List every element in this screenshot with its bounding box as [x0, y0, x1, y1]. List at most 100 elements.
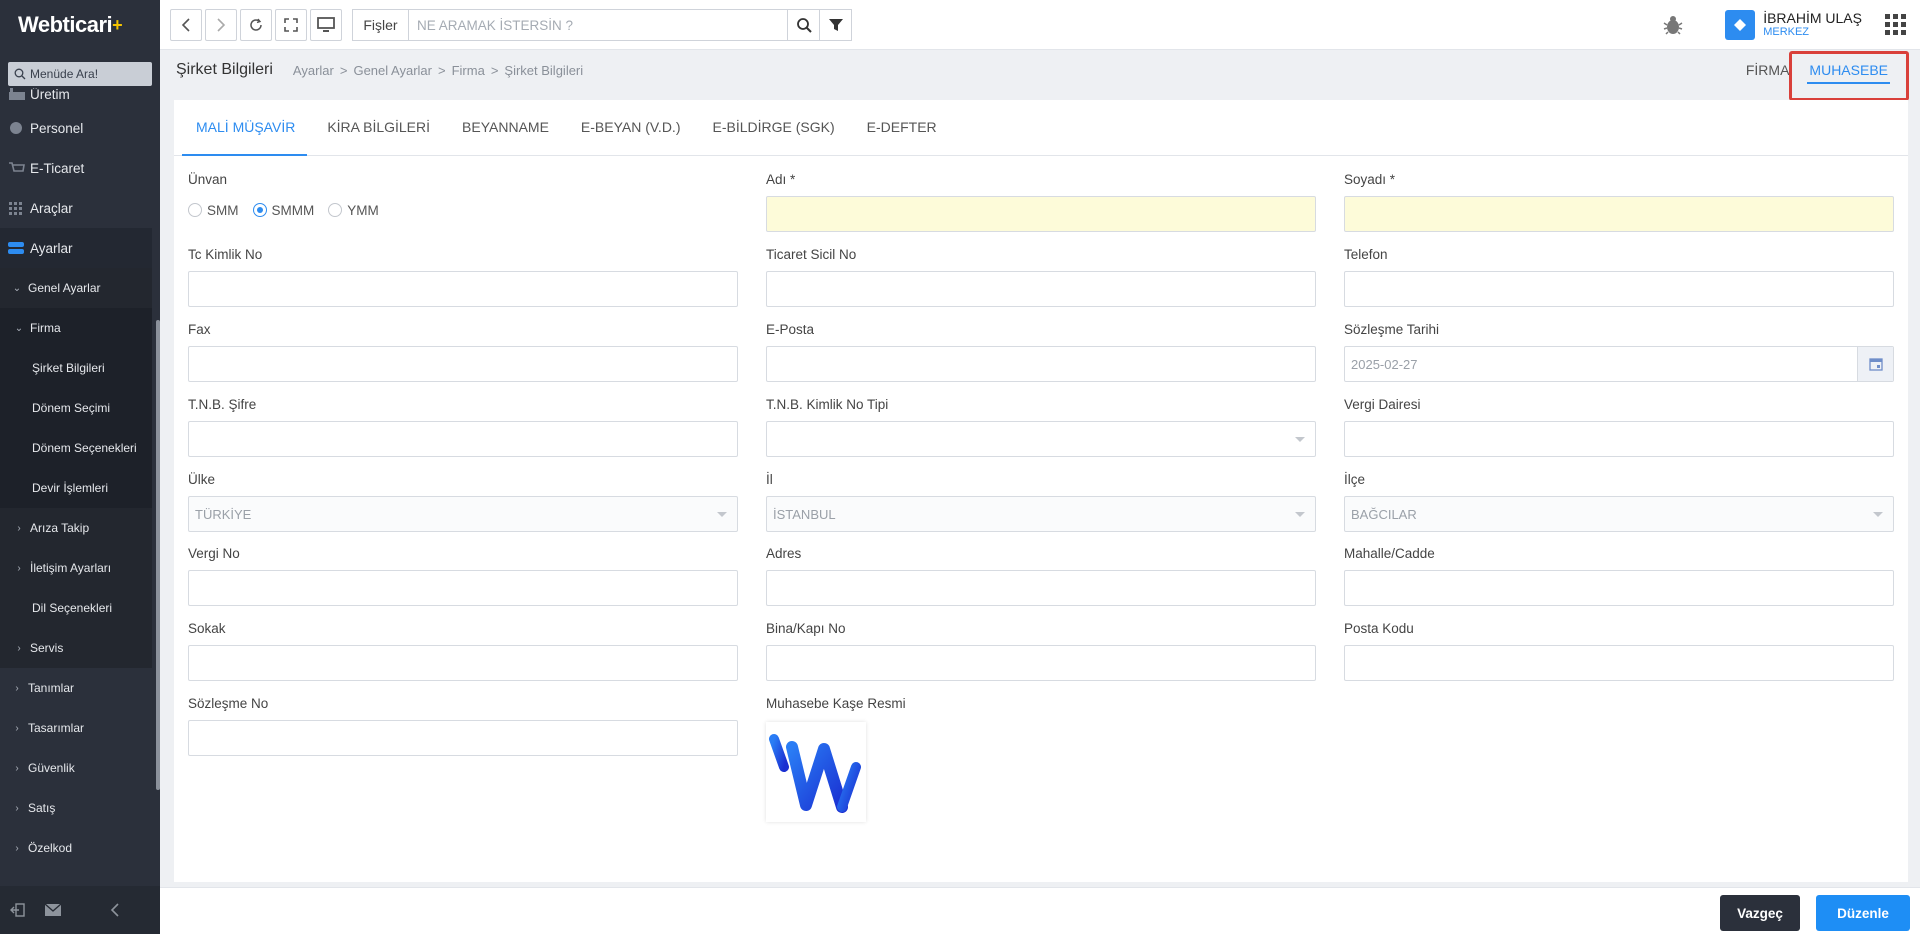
- sidebar-item-sirket-bilgileri[interactable]: Şirket Bilgileri: [0, 348, 152, 388]
- eposta-input[interactable]: [766, 346, 1316, 382]
- tab-mali-musavir[interactable]: MALİ MÜŞAVİR: [182, 99, 308, 156]
- sidebar-scrollbar[interactable]: [156, 320, 160, 790]
- sidebar-item-donem-secimi[interactable]: Dönem Seçimi: [0, 388, 152, 428]
- sozlesme-no-input[interactable]: [188, 720, 738, 756]
- apps-grid-icon[interactable]: [1885, 14, 1906, 35]
- user-menu[interactable]: İBRAHİM ULAŞ MERKEZ: [1725, 10, 1862, 40]
- tab-kira-bilgileri[interactable]: KİRA BİLGİLERİ: [313, 99, 442, 155]
- ilce-value: BAĞCILAR: [1351, 506, 1417, 522]
- sidebar-item-ariza-takip[interactable]: › Arıza Takip: [0, 508, 152, 548]
- radio-label: SMMM: [271, 202, 315, 218]
- adres-field: Adres: [766, 546, 1316, 606]
- adres-input[interactable]: [766, 570, 1316, 606]
- sidebar-item-label: Devir İşlemleri: [32, 481, 109, 495]
- posta-kodu-input[interactable]: [1344, 645, 1894, 681]
- radio-smm[interactable]: SMM: [188, 203, 239, 218]
- tab-e-defter[interactable]: E-DEFTER: [853, 99, 949, 155]
- sidebar-submenu: ⌄ Genel Ayarlar ⌄ Firma Şirket Bilgileri…: [0, 268, 152, 508]
- refresh-button[interactable]: [240, 9, 272, 41]
- fullscreen-button[interactable]: [275, 9, 307, 41]
- search-category-select[interactable]: Fişler: [353, 10, 409, 40]
- tnb-kimlik-select[interactable]: [766, 421, 1316, 457]
- sidebar-item-araclar[interactable]: Araçlar: [0, 188, 152, 228]
- sidebar-item-guvenlik[interactable]: › Güvenlik: [0, 748, 152, 788]
- unvan-field: Ünvan SMM SMMM YMM: [188, 172, 738, 224]
- sidebar-item-devir-islemleri[interactable]: Devir İşlemleri: [0, 468, 152, 508]
- unvan-label: Ünvan: [188, 172, 228, 187]
- chevron-down-icon: [1873, 512, 1883, 517]
- sokak-input[interactable]: [188, 645, 738, 681]
- radio-ymm[interactable]: YMM: [328, 203, 379, 218]
- sidebar-item-firma[interactable]: ⌄ Firma: [0, 308, 152, 348]
- logo-text: Webticari: [18, 12, 113, 37]
- sidebar-item-dil-secenekleri[interactable]: Dil Seçenekleri: [0, 588, 152, 628]
- breadcrumb-item[interactable]: Firma: [452, 63, 485, 78]
- tnb-sifre-input[interactable]: [188, 421, 738, 457]
- chevron-right-icon: ›: [17, 522, 21, 534]
- filter-button[interactable]: [819, 10, 851, 40]
- sicil-input[interactable]: [766, 271, 1316, 307]
- back-button[interactable]: [170, 9, 202, 41]
- sidebar-item-label: Güvenlik: [28, 761, 75, 775]
- ilce-label: İlçe: [1344, 472, 1366, 487]
- app-logo[interactable]: Webticari +: [0, 0, 160, 50]
- mail-icon[interactable]: [35, 886, 70, 934]
- tab-beyanname[interactable]: BEYANNAME: [448, 99, 561, 155]
- radio-smmm[interactable]: SMMM: [252, 202, 315, 218]
- collapse-sidebar-icon[interactable]: [70, 886, 160, 934]
- sidebar-item-servis[interactable]: › Servis: [0, 628, 152, 668]
- adi-input[interactable]: [766, 196, 1316, 232]
- sidebar-item-label: Servis: [30, 641, 64, 655]
- sozlesme-tarihi-input[interactable]: 2025-02-27: [1344, 346, 1894, 382]
- tab-e-bildirge[interactable]: E-BİLDİRGE (SGK): [699, 99, 847, 155]
- breadcrumb-separator: >: [339, 62, 348, 78]
- fax-input[interactable]: [188, 346, 738, 382]
- menu-search-input[interactable]: Menüde Ara!: [8, 62, 152, 86]
- breadcrumb-separator: >: [490, 62, 499, 78]
- radio-circle: [252, 203, 267, 217]
- bug-report-icon[interactable]: [1662, 14, 1684, 39]
- mahalle-input[interactable]: [1344, 570, 1894, 606]
- edit-button[interactable]: Düzenle: [1816, 895, 1910, 931]
- sidebar-item-satis[interactable]: › Satış: [0, 788, 152, 828]
- soyadi-input[interactable]: [1344, 196, 1894, 232]
- logout-icon[interactable]: [0, 886, 35, 934]
- chevron-right-icon: ›: [17, 642, 21, 654]
- calendar-icon[interactable]: [1857, 347, 1893, 381]
- breadcrumb-item[interactable]: Ayarlar: [293, 63, 334, 78]
- il-select[interactable]: İSTANBUL: [766, 496, 1316, 532]
- sidebar-item-iletisim-ayarlari[interactable]: › İletişim Ayarları: [0, 548, 152, 588]
- desktop-button[interactable]: [310, 9, 342, 41]
- vergi-dairesi-input[interactable]: [1344, 421, 1894, 457]
- tab-e-beyan[interactable]: E-BEYAN (V.D.): [567, 99, 693, 155]
- ilce-select[interactable]: BAĞCILAR: [1344, 496, 1894, 532]
- global-search-input[interactable]: [409, 10, 787, 40]
- sozlesme-tarihi-field: Sözleşme Tarihi 2025-02-27: [1344, 322, 1894, 382]
- tc-input[interactable]: [188, 271, 738, 307]
- kase-image[interactable]: [766, 722, 866, 822]
- sidebar-item-eticaret[interactable]: E-Ticaret: [0, 148, 152, 188]
- vergi-no-input[interactable]: [188, 570, 738, 606]
- breadcrumb-item[interactable]: Genel Ayarlar: [353, 63, 432, 78]
- telefon-input[interactable]: [1344, 271, 1894, 307]
- sidebar-item-uretim[interactable]: Üretim: [0, 88, 152, 108]
- sidebar-item-personel[interactable]: Personel: [0, 108, 152, 148]
- sidebar-item-ayarlar[interactable]: Ayarlar: [0, 228, 152, 268]
- tc-label: Tc Kimlik No: [188, 247, 263, 262]
- sidebar-item-ozelkod[interactable]: › Özelkod: [0, 828, 152, 868]
- forward-button[interactable]: [205, 9, 237, 41]
- bina-input[interactable]: [766, 645, 1316, 681]
- search-category-label: Fişler: [363, 17, 398, 33]
- sidebar-item-tasarimlar[interactable]: › Tasarımlar: [0, 708, 152, 748]
- sidebar-item-donem-secenekleri[interactable]: Dönem Seçenekleri: [0, 428, 152, 468]
- ulke-select[interactable]: TÜRKİYE: [188, 496, 738, 532]
- radio-circle: [328, 203, 343, 217]
- sidebar-item-label: Genel Ayarlar: [28, 281, 101, 295]
- sidebar-item-label: Şirket Bilgileri: [32, 361, 105, 375]
- sidebar-item-tanimlar[interactable]: › Tanımlar: [0, 668, 152, 708]
- sub-tabs: MALİ MÜŞAVİR KİRA BİLGİLERİ BEYANNAME E-…: [174, 100, 1908, 156]
- sidebar-item-label: Üretim: [30, 88, 70, 102]
- sidebar-item-genel-ayarlar[interactable]: ⌄ Genel Ayarlar: [0, 268, 152, 308]
- search-button[interactable]: [787, 10, 819, 40]
- cancel-button[interactable]: Vazgeç: [1720, 895, 1800, 931]
